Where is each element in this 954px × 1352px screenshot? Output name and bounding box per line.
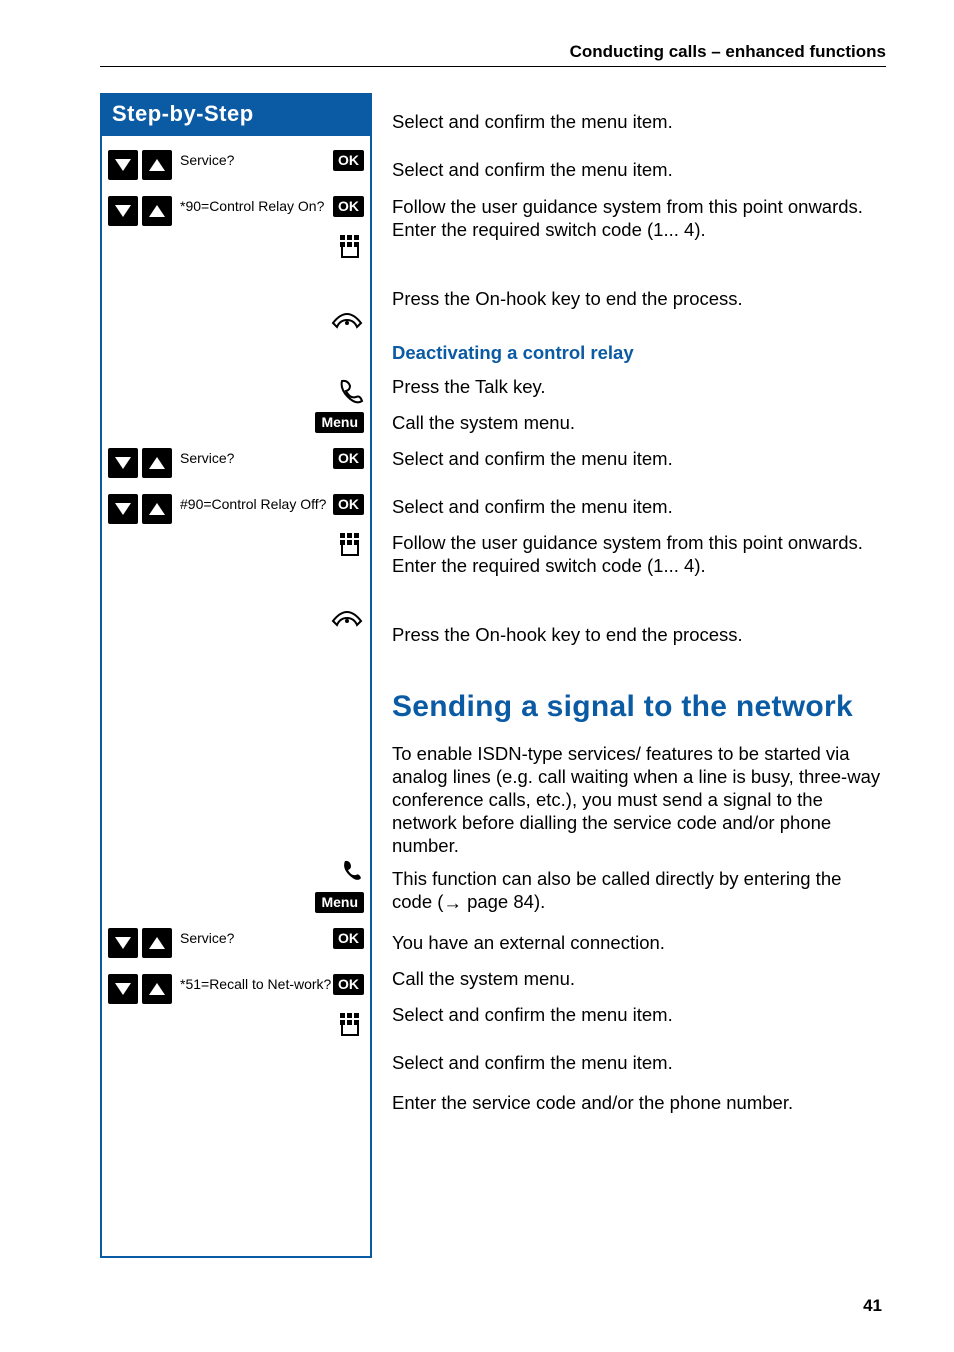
nav-keys	[108, 150, 172, 180]
instruction-text: Press the Talk key.	[392, 371, 886, 401]
instruction-text: Select and confirm the menu item.	[392, 999, 886, 1029]
ok-badge: OK	[333, 494, 364, 515]
down-arrow-key-icon	[108, 150, 138, 180]
display-text: *90=Control Relay On?	[172, 196, 333, 215]
keypad-icon	[108, 232, 364, 262]
nav-keys	[108, 494, 172, 524]
ok-badge: OK	[333, 928, 364, 949]
handset-icon	[108, 856, 364, 886]
down-arrow-key-icon	[108, 196, 138, 226]
up-arrow-key-icon	[142, 974, 172, 1004]
instruction-paragraph: To enable ISDN-type services/ features t…	[392, 742, 886, 858]
instruction-text: Press the On-hook key to end the process…	[392, 620, 886, 650]
up-arrow-key-icon	[142, 196, 172, 226]
instruction-text: Call the system menu.	[392, 963, 886, 993]
ok-badge: OK	[333, 448, 364, 469]
instruction-text: Follow the user guidance system from thi…	[392, 195, 886, 241]
display-text: Service?	[172, 928, 333, 947]
keypad-icon	[108, 1010, 364, 1040]
menu-badge: Menu	[315, 412, 364, 433]
up-arrow-key-icon	[142, 448, 172, 478]
subsection-heading: Deactivating a control relay	[392, 337, 886, 367]
display-text: Service?	[172, 448, 333, 467]
step-row: Service? OK	[108, 448, 364, 478]
instruction-text: Enter the service code and/or the phone …	[392, 1087, 886, 1117]
step-row: *51=Recall to Net-work? OK	[108, 974, 364, 1004]
step-by-step-frame: Service? OK *90=Control Relay On? OK	[100, 136, 372, 1258]
ok-badge: OK	[333, 196, 364, 217]
talk-key-icon	[108, 376, 364, 406]
page-number: 41	[863, 1296, 882, 1316]
menu-badge: Menu	[315, 892, 364, 913]
down-arrow-key-icon	[108, 928, 138, 958]
text-fragment: ).	[534, 891, 545, 912]
ok-badge: OK	[333, 150, 364, 171]
display-text: #90=Control Relay Off?	[172, 494, 333, 513]
instruction-text: Select and confirm the menu item.	[392, 107, 886, 137]
on-hook-icon	[108, 602, 364, 632]
step-row: Service? OK	[108, 150, 364, 180]
step-row: *90=Control Relay On? OK	[108, 196, 364, 226]
nav-keys	[108, 196, 172, 226]
on-hook-icon	[108, 304, 364, 334]
down-arrow-key-icon	[108, 494, 138, 524]
instructions-column: Select and confirm the menu item. Select…	[392, 93, 886, 1258]
step-row: #90=Control Relay Off? OK	[108, 494, 364, 524]
step-by-step-column: Step-by-Step Service? OK *90=Control R	[100, 93, 372, 1258]
instruction-text: You have an external connection.	[392, 927, 886, 957]
instruction-text: Select and confirm the menu item.	[392, 155, 886, 185]
up-arrow-key-icon	[142, 494, 172, 524]
instruction-text: Select and confirm the menu item.	[392, 1047, 886, 1077]
instruction-text: Press the On-hook key to end the process…	[392, 283, 886, 313]
nav-keys	[108, 928, 172, 958]
down-arrow-key-icon	[108, 974, 138, 1004]
step-row: Service? OK	[108, 928, 364, 958]
page-link[interactable]: page 84	[467, 891, 534, 912]
display-text: *51=Recall to Net-work?	[172, 974, 333, 993]
up-arrow-key-icon	[142, 928, 172, 958]
menu-badge-row: Menu	[108, 412, 364, 442]
nav-keys	[108, 448, 172, 478]
instruction-text: Select and confirm the menu item.	[392, 491, 886, 521]
ok-badge: OK	[333, 974, 364, 995]
keypad-icon	[108, 530, 364, 560]
menu-badge-row: Menu	[108, 892, 364, 922]
step-by-step-title: Step-by-Step	[100, 93, 372, 136]
down-arrow-key-icon	[108, 448, 138, 478]
section-header: Conducting calls – enhanced functions	[100, 42, 886, 62]
right-arrow-icon: →	[443, 891, 462, 914]
display-text: Service?	[172, 150, 333, 169]
instruction-paragraph: This function can also be called directl…	[392, 867, 886, 913]
instruction-text: Call the system menu.	[392, 407, 886, 437]
instruction-text: Select and confirm the menu item.	[392, 443, 886, 473]
nav-keys	[108, 974, 172, 1004]
header-rule	[100, 66, 886, 67]
up-arrow-key-icon	[142, 150, 172, 180]
instruction-text: Follow the user guidance system from thi…	[392, 531, 886, 577]
section-heading: Sending a signal to the network	[392, 690, 886, 724]
